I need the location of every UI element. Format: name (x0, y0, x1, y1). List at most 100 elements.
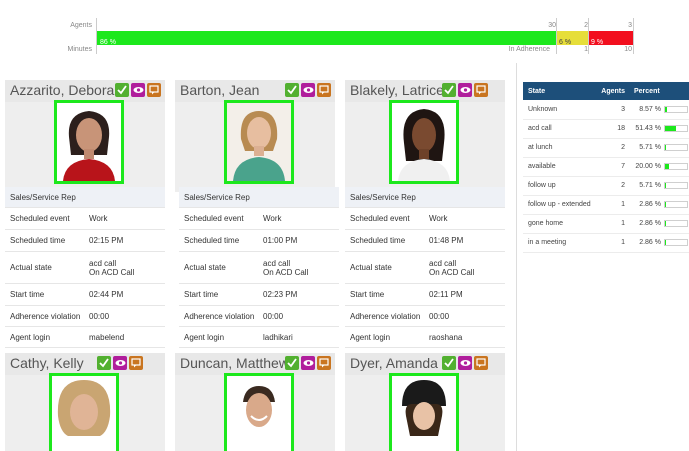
detail-label: Agent login (350, 332, 391, 342)
table-row[interactable]: follow up - extended 1 2.86 % (523, 195, 689, 215)
detail-row: Adherence violation 00:00 (5, 306, 165, 327)
state-line-2: On ACD Call (89, 267, 135, 277)
detail-row: Scheduled event Work (179, 208, 339, 230)
portrait-image (227, 103, 291, 181)
percent-cell: 2.86 % (629, 214, 664, 234)
chat-icon[interactable] (317, 356, 331, 370)
table-row[interactable]: acd call 18 51.43 % (523, 119, 689, 139)
agent-card[interactable]: Duncan, Matthew (175, 353, 335, 451)
state-stats-panel: State Agents Percent Unknown 3 8.57 % acd c… (516, 63, 689, 451)
detail-label: Start time (184, 290, 219, 299)
table-row[interactable]: available 7 20.00 % (523, 157, 689, 177)
detail-value: raoshana (429, 332, 463, 342)
percent-bar-fill (665, 106, 667, 112)
checkmark-icon[interactable] (285, 83, 299, 97)
detail-row: Scheduled time 02:15 PM (5, 230, 165, 252)
card-header: Duncan, Matthew (175, 353, 335, 375)
chat-icon[interactable] (317, 83, 331, 97)
agent-card[interactable]: Dyer, Amanda (345, 353, 505, 451)
out-pct: 9 % (591, 39, 604, 46)
in-adherence-bar[interactable]: 86 % (97, 31, 556, 46)
detail-row: Scheduled time 01:00 PM (179, 230, 339, 252)
agent-name: Blakely, Latrice (350, 82, 444, 98)
eye-icon[interactable] (113, 356, 127, 370)
chat-icon[interactable] (147, 83, 161, 97)
agent-card[interactable]: Blakely, Latrice (345, 80, 505, 192)
agent-role-row: Sales/Service Rep (345, 187, 505, 208)
percent-cell: 8.57 % (629, 100, 664, 120)
divider (633, 18, 634, 54)
bar-cell (664, 138, 689, 158)
detail-row: Actual state acd call On ACD Call (345, 252, 505, 284)
percent-bar (664, 182, 688, 189)
table-row[interactable]: at lunch 2 5.71 % (523, 138, 689, 158)
agent-card[interactable]: Cathy, Kelly (5, 353, 165, 451)
checkmark-icon[interactable] (285, 356, 299, 370)
bar-cell (664, 195, 689, 215)
detail-row: Adherence violation 00:00 (345, 306, 505, 327)
eye-icon[interactable] (458, 83, 472, 97)
detail-row: Start time 02:23 PM (179, 284, 339, 306)
agents-cell: 7 (593, 157, 629, 177)
adherence-summary: Agents Minutes 30 2 3 86 % 6 % 9 % In Ad… (0, 0, 689, 60)
table-row[interactable]: in a meeting 1 2.86 % (523, 233, 689, 253)
agent-details: Sales/Service Rep Scheduled event Work Sc… (5, 187, 165, 348)
eye-icon[interactable] (301, 356, 315, 370)
checkmark-icon[interactable] (97, 356, 111, 370)
checkmark-icon[interactable] (442, 83, 456, 97)
warning-bar[interactable]: 6 % (556, 31, 588, 46)
detail-label: Actual state (350, 263, 392, 272)
detail-value: 00:00 (263, 311, 284, 321)
eye-icon[interactable] (458, 356, 472, 370)
percent-bar-fill (665, 183, 667, 188)
agents-cell: 3 (593, 100, 629, 120)
detail-row: Actual state acd call On ACD Call (5, 252, 165, 284)
checkmark-icon[interactable] (115, 83, 129, 97)
table-row[interactable]: Unknown 3 8.57 % (523, 100, 689, 120)
table-row[interactable]: gone home 1 2.86 % (523, 214, 689, 234)
column-header-state[interactable]: State (523, 82, 593, 100)
detail-value: 01:00 PM (263, 236, 298, 245)
divider (588, 18, 589, 54)
state-line-1: acd call (429, 258, 457, 268)
state-cell: Unknown (523, 100, 593, 120)
percent-bar (664, 201, 688, 208)
agent-name: Duncan, Matthew (180, 355, 289, 371)
card-header: Blakely, Latrice (345, 80, 505, 102)
out-of-adherence-bar[interactable]: 9 % (588, 31, 633, 46)
detail-label: Scheduled event (350, 214, 410, 223)
chat-icon[interactable] (474, 83, 488, 97)
agent-role-row: Sales/Service Rep (5, 187, 165, 208)
state-line-2: On ACD Call (429, 267, 475, 277)
chat-icon[interactable] (474, 356, 488, 370)
bar-cell (664, 233, 689, 253)
detail-label: Adherence violation (350, 311, 421, 321)
column-header-agents[interactable]: Agents (593, 82, 629, 100)
chat-icon[interactable] (129, 356, 143, 370)
eye-icon[interactable] (131, 83, 145, 97)
agents-cell: 1 (593, 233, 629, 253)
card-actions (115, 83, 161, 97)
column-header-percent[interactable]: Percent (629, 82, 664, 100)
agent-card[interactable]: Barton, Jean (175, 80, 335, 192)
state-line-1: acd call (263, 258, 291, 268)
detail-label: Scheduled time (350, 236, 406, 245)
agent-photo (389, 100, 459, 184)
checkmark-icon[interactable] (442, 356, 456, 370)
detail-value: 02:44 PM (89, 290, 124, 299)
detail-value: mabelend (89, 332, 125, 342)
detail-value: Work (263, 214, 282, 223)
agent-role: Sales/Service Rep (350, 192, 416, 202)
detail-row: Agent login mabelend (5, 327, 165, 348)
agent-card[interactable]: Azzarito, Deborah (5, 80, 165, 192)
state-cell: at lunch (523, 138, 593, 158)
table-row[interactable]: follow up 2 5.71 % (523, 176, 689, 196)
bar-cell (664, 157, 689, 177)
agent-photo (224, 100, 294, 184)
detail-value: ladhikari (263, 332, 293, 342)
percent-bar-fill (665, 126, 677, 131)
detail-label: Start time (10, 290, 45, 299)
eye-icon[interactable] (301, 83, 315, 97)
agent-name: Barton, Jean (180, 82, 260, 98)
card-actions (285, 356, 331, 370)
